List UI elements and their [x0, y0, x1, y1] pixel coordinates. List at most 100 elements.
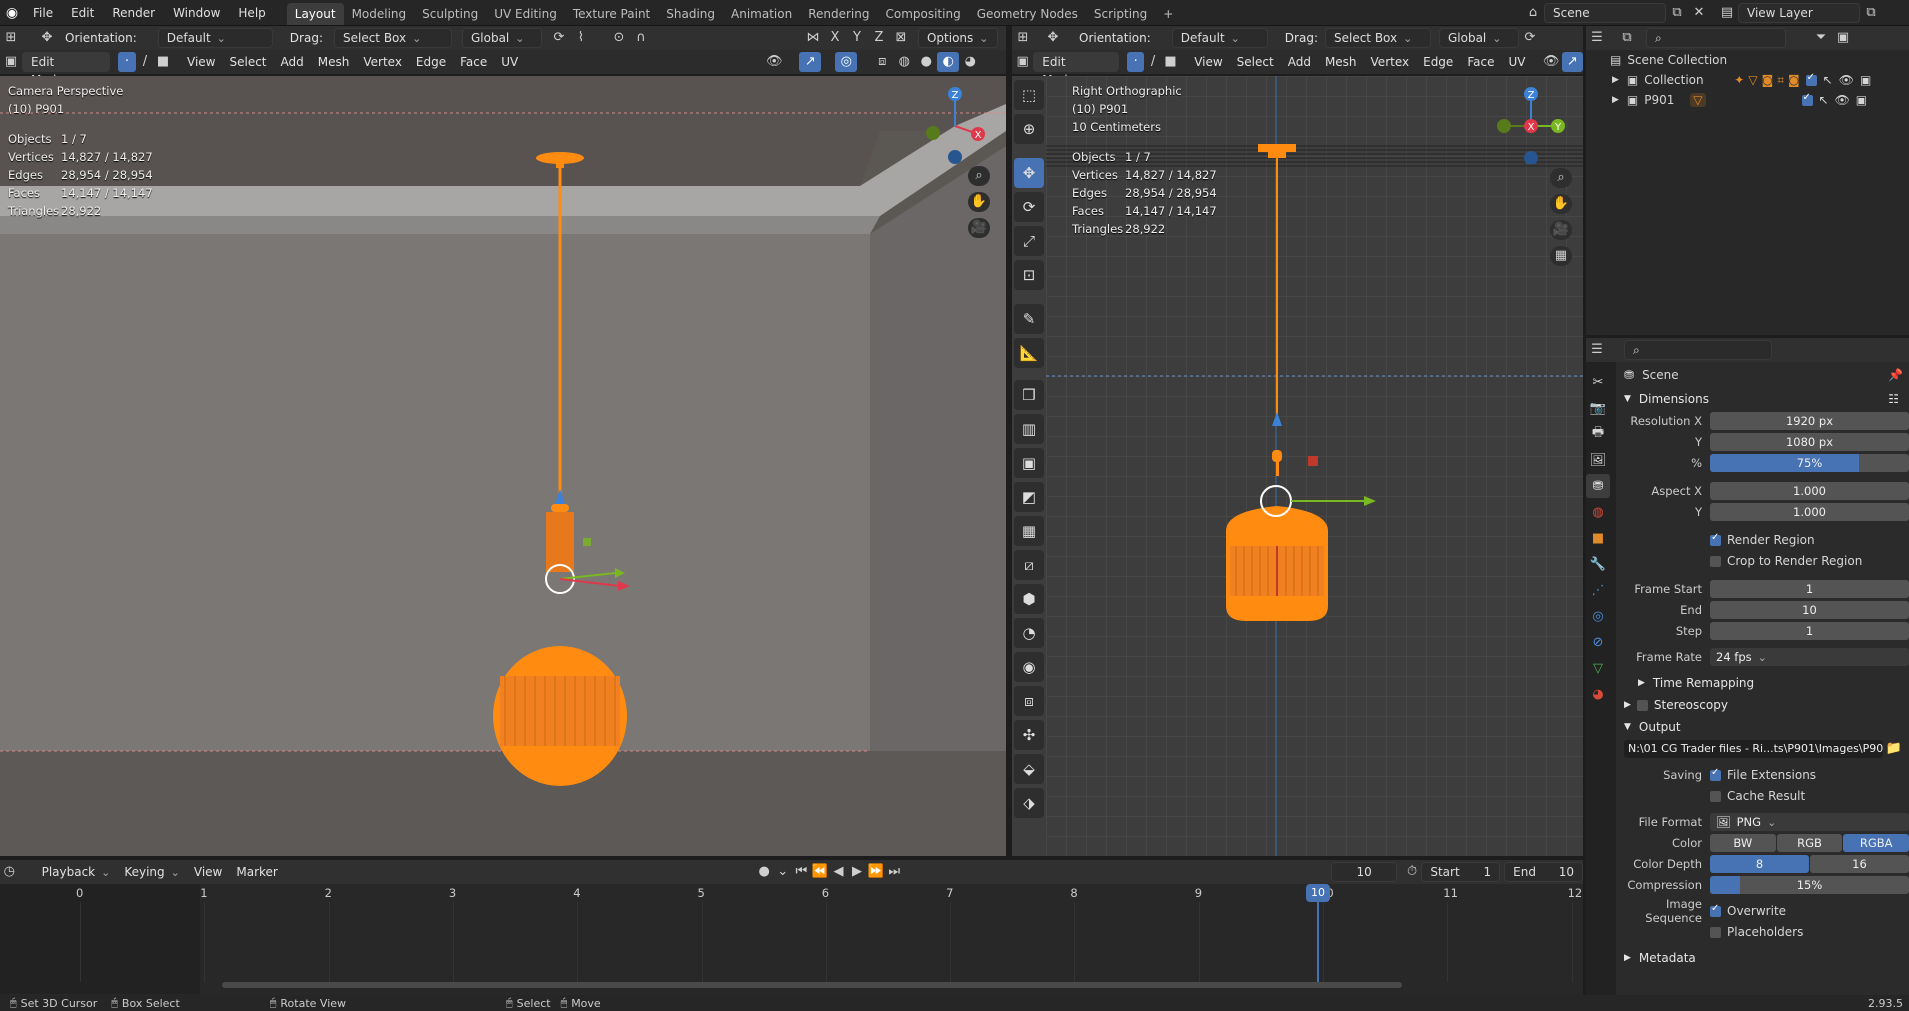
presets-icon[interactable]: ☷	[1888, 388, 1899, 410]
vp2-face-select-icon[interactable]: ■	[1162, 52, 1179, 72]
color-rgb-button[interactable]: RGB	[1776, 834, 1843, 852]
scene-tab-icon[interactable]: ⛃	[1586, 474, 1610, 498]
timeline-view-menu[interactable]: View	[187, 862, 229, 882]
outliner-search-input[interactable]: ⌕	[1646, 28, 1786, 48]
vp2-zoom-icon[interactable]: ⌕	[1550, 168, 1572, 188]
vp2-move-tool-icon[interactable]: ✥	[1042, 28, 1064, 48]
spin-tool-icon[interactable]: ◔	[1014, 618, 1044, 648]
tab-layout[interactable]: Layout	[286, 2, 344, 25]
exclude-checkbox[interactable]	[1801, 92, 1813, 106]
pin-icon[interactable]: 📌	[1888, 368, 1903, 382]
timeline-area[interactable]: 0123456789101112 10	[0, 884, 1583, 1000]
tab-uv-editing[interactable]: UV Editing	[486, 3, 565, 25]
exclude-checkbox[interactable]	[1805, 72, 1817, 86]
timeline-editor-type-icon[interactable]: ◷	[0, 862, 19, 882]
overwrite-checkbox[interactable]	[1710, 903, 1721, 917]
folder-icon[interactable]: 📁	[1883, 739, 1905, 759]
vp2-menu-uv[interactable]: UV	[1501, 52, 1532, 72]
output-tab-icon[interactable]: 🖶	[1586, 422, 1610, 446]
gizmo-icon[interactable]: ↗	[799, 52, 822, 72]
marker-menu[interactable]: Marker	[229, 862, 284, 882]
time-remapping-panel[interactable]: ▶ Time Remapping	[1624, 672, 1909, 694]
pan-hand-icon[interactable]: ✋	[968, 192, 990, 212]
record-icon[interactable]: ●	[755, 862, 774, 882]
color-rgba-button[interactable]: RGBA	[1843, 834, 1909, 852]
display-mode-icon[interactable]: ⧉	[1616, 28, 1638, 48]
tab-shading[interactable]: Shading	[658, 3, 723, 25]
color-depth-8-button[interactable]: 8	[1710, 855, 1809, 873]
smooth-tool-icon[interactable]: ◉	[1014, 652, 1044, 682]
placeholders-row[interactable]: Placeholders	[1624, 922, 1909, 942]
scene-icon[interactable]: ⌂	[1522, 3, 1544, 23]
edge-slide-tool-icon[interactable]: ⧈	[1014, 686, 1044, 716]
copy-view-layer-icon[interactable]: ⧉	[1860, 3, 1882, 23]
render-region-checkbox[interactable]	[1710, 532, 1721, 546]
compression-slider[interactable]: 15%	[1710, 876, 1909, 894]
vp2-menu-view[interactable]: View	[1187, 52, 1229, 72]
shear-tool-icon[interactable]: ⬙	[1014, 754, 1044, 784]
vp2-menu-add[interactable]: Add	[1281, 52, 1318, 72]
tab-scripting[interactable]: Scripting	[1086, 3, 1155, 25]
prev-keyframe-icon[interactable]: ⏪	[811, 862, 830, 882]
bevel-tool-icon[interactable]: ◩	[1014, 482, 1044, 512]
outliner-item-p901[interactable]: ▶ ▣ P901 ▽ ↖ 👁 ▣	[1586, 90, 1909, 110]
knife-tool-icon[interactable]: ⧄	[1014, 550, 1044, 580]
mirror-icon[interactable]: ⋈	[802, 28, 824, 48]
vp2-drag-select[interactable]: Select Box	[1324, 28, 1431, 48]
inset-tool-icon[interactable]: ▣	[1014, 448, 1044, 478]
vp2-pivot-icon[interactable]: ⟳	[1519, 28, 1541, 48]
stopwatch-icon[interactable]: ⏱	[1403, 862, 1422, 882]
auto-merge-icon[interactable]: ⊠	[890, 28, 912, 48]
vp2-grid-icon[interactable]: ▦	[1550, 246, 1572, 266]
metadata-panel[interactable]: ▶ Metadata	[1624, 947, 1909, 969]
new-collection-icon[interactable]: ▣	[1832, 28, 1854, 48]
menu-uv[interactable]: UV	[494, 52, 525, 72]
color-bw-button[interactable]: BW	[1710, 834, 1776, 852]
world-tab-icon[interactable]: ◍	[1586, 500, 1610, 524]
cache-result-checkbox[interactable]	[1710, 790, 1721, 802]
orientation-select[interactable]: Default	[157, 28, 273, 48]
mirror-z-button[interactable]: Z	[868, 28, 890, 48]
menu-edit[interactable]: Edit	[62, 0, 103, 26]
visibility-icon[interactable]: 👁	[763, 52, 785, 72]
scene-field[interactable]: Scene	[1544, 3, 1666, 23]
tool-tab-icon[interactable]: ✂	[1586, 370, 1610, 394]
rendered-shading-icon[interactable]: ◕	[959, 52, 981, 72]
filter-icon[interactable]: ⏷	[1810, 28, 1832, 48]
resolution-percent-slider[interactable]: 75%	[1710, 454, 1909, 472]
vp2-edge-select-icon[interactable]: /	[1144, 52, 1161, 72]
vp2-editmode-icon[interactable]: ▣	[1012, 52, 1033, 72]
vp2-menu-vertex[interactable]: Vertex	[1364, 52, 1417, 72]
play-reverse-icon[interactable]: ◀	[829, 862, 848, 882]
vp2-navigation-gizmo[interactable]: Z X Y	[1486, 84, 1576, 164]
falloff-icon[interactable]: ∩	[630, 28, 652, 48]
vp2-vertex-select-icon[interactable]: ·	[1126, 52, 1145, 72]
playback-menu[interactable]: Playback	[35, 862, 118, 882]
stereoscopy-checkbox[interactable]	[1636, 699, 1648, 711]
render-region-row[interactable]: Render Region	[1624, 530, 1909, 550]
frame-rate-select[interactable]: 24 fps	[1710, 648, 1909, 666]
aspect-y-field[interactable]: 1.000	[1710, 503, 1909, 521]
vp2-visibility-icon[interactable]: 👁	[1540, 52, 1561, 72]
move-tool-icon[interactable]: ✥	[36, 28, 58, 48]
tab-compositing[interactable]: Compositing	[877, 3, 968, 25]
tab-texture-paint[interactable]: Texture Paint	[565, 3, 658, 25]
overlay-icon[interactable]: ◎	[835, 52, 858, 72]
vp2-menu-select[interactable]: Select	[1230, 52, 1281, 72]
face-select-icon[interactable]: ■	[154, 52, 172, 72]
menu-select[interactable]: Select	[222, 52, 273, 72]
menu-mesh[interactable]: Mesh	[311, 52, 357, 72]
object-tab-icon[interactable]: ■	[1586, 526, 1610, 550]
jump-start-icon[interactable]: ⏮	[792, 862, 811, 882]
frame-step-field[interactable]: 1	[1710, 622, 1909, 640]
view-layer-field[interactable]: View Layer	[1738, 3, 1860, 23]
render-tab-icon[interactable]: 📷	[1586, 396, 1610, 420]
vp2-gizmo-icon[interactable]: ↗	[1561, 52, 1584, 72]
transform-orientation-select[interactable]: Global	[461, 28, 542, 48]
solid-shading-icon[interactable]: ●	[915, 52, 937, 72]
transform-tool-icon[interactable]: ⊡	[1014, 260, 1044, 290]
poly-build-tool-icon[interactable]: ⬢	[1014, 584, 1044, 614]
jump-end-icon[interactable]: ⏭	[885, 862, 904, 882]
view-layer-icon[interactable]: ▤	[1716, 3, 1738, 23]
editor-type-icon[interactable]: ⊞	[0, 28, 22, 48]
